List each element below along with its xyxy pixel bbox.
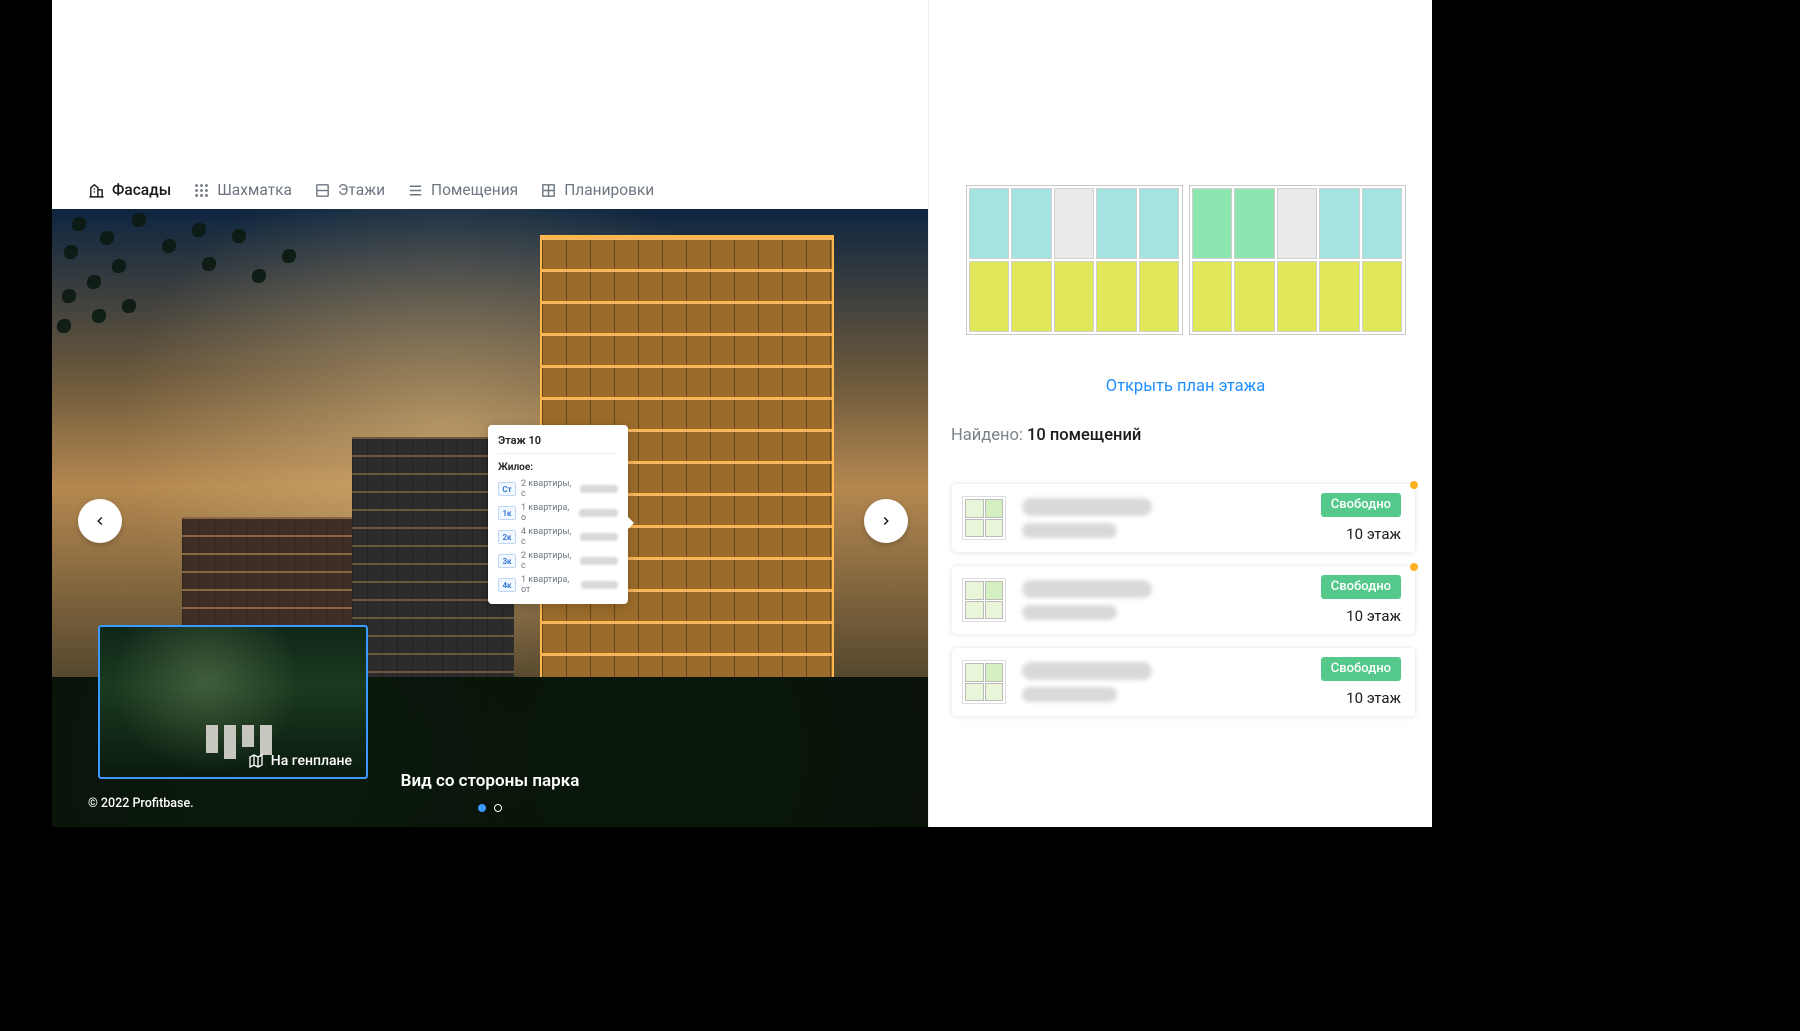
blurred-value [580,485,618,493]
tooltip-row: 1к 1 квартира, о [498,501,618,525]
tab-label: Помещения [431,181,518,199]
chevron-left-icon [93,514,107,528]
open-floor-plan-link[interactable]: Открыть план этажа [951,377,1420,396]
floor-plan-preview[interactable] [951,180,1420,335]
listing-floor: 10 этаж [1346,525,1401,543]
prev-view-button[interactable] [78,499,122,543]
blurred-meta [1022,523,1117,538]
genplan-label-text: На генплане [271,753,352,769]
tooltip-title: Этаж 10 [498,434,618,454]
listing-floor: 10 этаж [1346,607,1401,625]
tooltip-row: 3к 2 квартиры, с [498,549,618,573]
tooltip-row-text: 2 квартиры, с [521,551,575,571]
tab-label: Планировки [564,181,654,199]
listing-floor: 10 этаж [1346,689,1401,707]
unit-plan-thumb [962,496,1006,540]
blurred-value [579,509,618,517]
next-view-button[interactable] [864,499,908,543]
listing-card[interactable]: Свободно 10 этаж [951,647,1416,717]
tab-label: Этажи [338,181,385,199]
results-count: Найдено: 10 помещений [951,426,1420,445]
tooltip-row: 4к 1 квартира, от [498,573,618,597]
tab-label: Шахматка [217,181,292,199]
unit-plan-thumb [962,578,1006,622]
hot-indicator-icon [1410,563,1418,571]
room-type-badge: 2к [498,530,516,544]
copyright-text: © 2022 Profitbase. [88,796,194,811]
chevron-right-icon [879,514,893,528]
blurred-value [581,581,618,589]
hot-indicator-icon [1410,481,1418,489]
status-badge: Свободно [1321,493,1401,517]
listing-results: Свободно 10 этаж Свободно 10 этаж [951,483,1420,717]
blurred-meta [1022,687,1117,702]
slider-dots [478,804,502,812]
status-badge: Свободно [1321,657,1401,681]
sidebar-panel: Открыть план этажа Найдено: 10 помещений… [928,0,1432,827]
found-value: 10 помещений [1027,426,1141,445]
tooltip-row-text: 2 квартиры, с [521,479,575,499]
genplan-thumbnail[interactable]: На генплане [98,625,368,779]
map-icon [248,753,264,769]
main-panel: Фасады Шахматка Этажи Помещения [52,0,928,827]
tooltip-subtitle: Жилое: [498,462,618,473]
view-caption: Вид со стороны парка [401,771,580,791]
view-tabs: Фасады Шахматка Этажи Помещения [52,179,928,209]
blurred-value [580,557,618,565]
header-whitespace [52,0,928,179]
facade-viewer[interactable]: Этаж 10 Жилое: Ст 2 квартиры, с 1к 1 ква… [52,209,928,827]
blurred-price [1022,498,1152,516]
status-badge: Свободно [1321,575,1401,599]
tab-floors[interactable]: Этажи [314,181,385,199]
blurred-meta [1022,605,1117,620]
tab-layouts[interactable]: Планировки [540,181,654,199]
blurred-price [1022,662,1152,680]
found-prefix: Найдено: [951,426,1027,445]
listing-card[interactable]: Свободно 10 этаж [951,483,1416,553]
slider-dot[interactable] [478,804,486,812]
tooltip-row-text: 4 квартиры, с [521,527,575,547]
tooltip-row: 2к 4 квартиры, с [498,525,618,549]
tab-premises[interactable]: Помещения [407,181,518,199]
slider-dot[interactable] [494,804,502,812]
room-type-badge: 3к [498,554,516,568]
list-icon [407,182,424,199]
room-type-badge: 1к [498,506,516,520]
building-facade-icon [88,182,105,199]
grid-dots-icon [193,182,210,199]
layout-grid-icon [540,182,557,199]
room-type-badge: 4к [498,578,516,592]
listing-card[interactable]: Свободно 10 этаж [951,565,1416,635]
tooltip-row: Ст 2 квартиры, с [498,477,618,501]
tab-facades[interactable]: Фасады [88,181,171,199]
blurred-price [1022,580,1152,598]
room-type-badge: Ст [498,482,516,496]
tooltip-row-text: 1 квартира, о [521,503,574,523]
floor-tooltip: Этаж 10 Жилое: Ст 2 квартиры, с 1к 1 ква… [488,425,628,604]
unit-plan-thumb [962,660,1006,704]
blurred-value [580,533,618,541]
tab-chessboard[interactable]: Шахматка [193,181,292,199]
tab-label: Фасады [112,181,171,199]
floors-icon [314,182,331,199]
tooltip-row-text: 1 квартира, от [521,575,576,595]
